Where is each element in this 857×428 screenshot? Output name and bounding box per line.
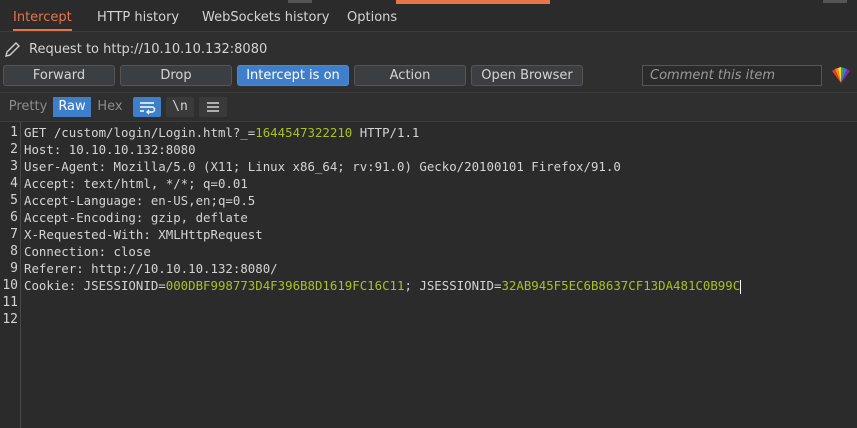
menu-icon[interactable] (199, 97, 227, 117)
line-number: 4 (10, 176, 18, 191)
request-line[interactable]: Accept: text/html, */*; q=0.01 (24, 176, 248, 191)
line-number: 1 (10, 125, 18, 140)
tab-http-history[interactable]: HTTP history (97, 6, 179, 31)
request-line[interactable]: GET /custom/login/Login.html?_=164454732… (24, 125, 419, 140)
highlighted-value: 1644547322210 (255, 125, 353, 140)
request-line[interactable]: X-Requested-With: XMLHttpRequest (24, 227, 263, 242)
line-number: 12 (2, 312, 18, 327)
request-text-segment: Referer: http://10.10.10.132:8080/ (24, 261, 278, 276)
line-number-gutter: 1 2 3 4 5 6 7 8 9 10 11 12 (0, 122, 21, 428)
outer-tab-fragment[interactable] (288, 0, 312, 3)
view-pretty-button[interactable]: Pretty (5, 97, 51, 117)
line-number: 11 (2, 295, 18, 310)
open-browser-button[interactable]: Open Browser (471, 65, 583, 86)
request-text-segment: Cookie: JSESSIONID= (24, 278, 166, 293)
pencil-icon[interactable] (4, 40, 22, 58)
request-text-segment: Connection: close (24, 244, 151, 259)
tab-intercept[interactable]: Intercept (13, 6, 72, 31)
intercept-toggle-button[interactable]: Intercept is on (237, 65, 349, 86)
line-number: 10 (2, 278, 18, 293)
highlighted-value: 000DBF998773D4F396B8D1619FC16C11 (165, 278, 405, 293)
message-view-bar (0, 93, 857, 122)
request-text-segment: X-Requested-With: XMLHttpRequest (24, 227, 263, 242)
tab-intercept-label: Intercept (13, 10, 72, 25)
tab-websockets-history[interactable]: WebSockets history (202, 6, 329, 31)
request-text-segment: Accept-Language: en-US,en;q=0.5 (24, 193, 256, 208)
request-text-segment: User-Agent: Mozilla/5.0 (X11; Linux x86_… (24, 159, 621, 174)
request-text-segment: Accept: text/html, */*; q=0.01 (24, 176, 248, 191)
request-text-segment: HTTP/1.1 (352, 125, 420, 140)
line-number: 5 (10, 193, 18, 208)
action-button[interactable]: Action (354, 65, 466, 86)
show-newlines-toggle[interactable]: \n (166, 97, 194, 117)
active-tab-underline (13, 29, 72, 31)
line-number: 9 (10, 261, 18, 276)
highlighted-value: 32AB945F5EC6B8637CF13DA481C0B99C (501, 278, 741, 293)
view-hex-button[interactable]: Hex (93, 97, 127, 117)
request-text-segment: GET /custom/login/Login.html?_= (24, 125, 256, 140)
request-line[interactable]: Host: 10.10.10.132:8080 (24, 142, 196, 157)
request-line[interactable]: Accept-Language: en-US,en;q=0.5 (24, 193, 255, 208)
wrap-lines-icon[interactable] (133, 97, 161, 117)
proxy-sub-tabs: Intercept HTTP history WebSockets histor… (0, 6, 857, 32)
tab-options-label: Options (347, 10, 398, 25)
line-number: 8 (10, 244, 18, 259)
request-line[interactable]: Accept-Encoding: gzip, deflate (24, 210, 248, 225)
request-text-segment: ; JSESSIONID= (404, 278, 502, 293)
comment-input[interactable]: Comment this item (642, 65, 822, 86)
text-cursor (740, 279, 742, 294)
line-number: 7 (10, 227, 18, 242)
line-number: 6 (10, 210, 18, 225)
tab-websockets-history-label: WebSockets history (202, 10, 330, 25)
request-line[interactable]: User-Agent: Mozilla/5.0 (X11; Linux x86_… (24, 159, 621, 174)
forward-button[interactable]: Forward (3, 65, 115, 86)
request-line[interactable]: Connection: close (24, 244, 151, 259)
tab-http-history-label: HTTP history (97, 10, 180, 25)
outer-active-tab-indicator[interactable] (396, 0, 550, 4)
highlight-color-icon[interactable] (831, 66, 851, 84)
request-line[interactable]: Cookie: JSESSIONID=000DBF998773D4F396B8D… (24, 278, 742, 294)
tab-options[interactable]: Options (347, 6, 397, 31)
line-number: 2 (10, 142, 18, 157)
request-line[interactable]: Referer: http://10.10.10.132:8080/ (24, 261, 278, 276)
request-text-segment: Host: 10.10.10.132:8080 (24, 142, 196, 157)
drop-button[interactable]: Drop (120, 65, 232, 86)
outer-tab-fragment[interactable] (823, 0, 847, 3)
view-raw-button[interactable]: Raw (53, 97, 91, 117)
line-number: 3 (10, 159, 18, 174)
request-text-segment: Accept-Encoding: gzip, deflate (24, 210, 248, 225)
raw-request-editor[interactable]: 1 2 3 4 5 6 7 8 9 10 11 12 GET /custom/login/Login.… (0, 122, 857, 428)
request-title: Request to http://10.10.10.132:8080 (29, 42, 268, 57)
